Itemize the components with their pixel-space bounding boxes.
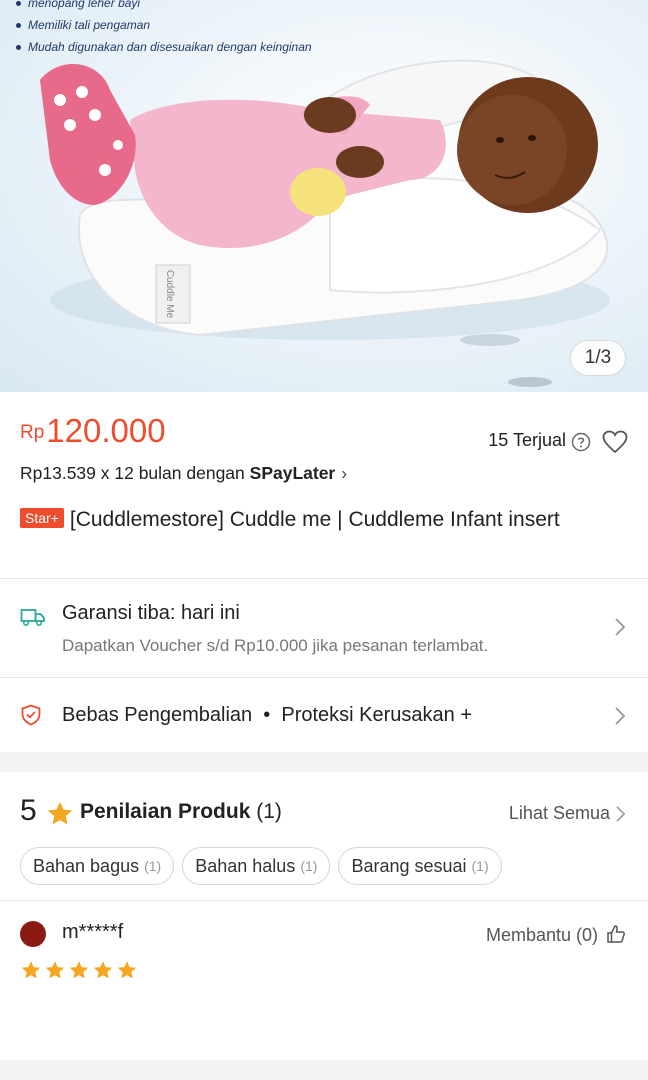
review-tag-count: (1) bbox=[471, 858, 489, 874]
help-icon[interactable] bbox=[571, 432, 591, 452]
product-title: Star+ [Cuddlemestore] Cuddle me | Cuddlem… bbox=[20, 506, 620, 533]
review-star-rating bbox=[20, 960, 138, 981]
star-icon bbox=[117, 961, 137, 979]
avatar bbox=[20, 921, 46, 947]
star-icon bbox=[69, 961, 89, 979]
shipping-guarantee-title: Garansi tiba: hari ini bbox=[62, 602, 240, 624]
helpful-button[interactable]: Membantu (0) bbox=[486, 925, 598, 946]
installment-link[interactable]: Rp13.539 x 12 bulan dengan SPayLater › bbox=[20, 463, 347, 484]
price: Rp 120.000 bbox=[20, 412, 166, 450]
shield-icon bbox=[21, 704, 41, 726]
star-icon bbox=[47, 801, 73, 825]
sold-count: 15 Terjual bbox=[488, 430, 566, 450]
star-icon bbox=[21, 961, 41, 979]
pillow-label: Cuddle Me bbox=[164, 270, 175, 319]
see-all-reviews-link[interactable]: Lihat Semua bbox=[509, 803, 610, 824]
rating-label: Penilaian Produk (1) bbox=[80, 800, 282, 824]
rating-count: (1) bbox=[256, 800, 282, 823]
review-tag-chip[interactable]: Barang sesuai (1) bbox=[338, 847, 502, 885]
product-title-text: [Cuddlemestore] Cuddle me | Cuddleme Inf… bbox=[69, 508, 560, 531]
heart-icon[interactable] bbox=[602, 430, 628, 454]
price-currency: Rp bbox=[20, 422, 45, 443]
review-tag-chip[interactable]: Bahan bagus (1) bbox=[20, 847, 175, 885]
review-tag-chip[interactable]: Bahan halus (1) bbox=[182, 847, 331, 885]
protection-text: Bebas Pengembalian • Proteksi Kerusakan … bbox=[62, 704, 473, 726]
image-counter: 1/3 bbox=[570, 340, 626, 376]
product-page: menopang leher bayi Memiliki tali pengam… bbox=[0, 0, 648, 1080]
thumbs-up-icon[interactable] bbox=[606, 924, 626, 944]
star-plus-badge: Star+ bbox=[20, 508, 64, 528]
review-tag-label: Barang sesuai bbox=[351, 855, 467, 876]
chevron-right-icon bbox=[616, 806, 626, 822]
installment-text: Rp13.539 x 12 bulan dengan bbox=[20, 463, 250, 483]
product-photo: Cuddle Me bbox=[40, 59, 610, 387]
product-image-carousel[interactable]: menopang leher bayi Memiliki tali pengam… bbox=[0, 0, 648, 392]
reviewer-name: m*****f bbox=[62, 921, 124, 943]
shipping-guarantee-row[interactable] bbox=[0, 579, 648, 677]
chevron-right-icon bbox=[615, 707, 626, 725]
chevron-right-icon bbox=[615, 618, 626, 636]
star-icon bbox=[93, 961, 113, 979]
chevron-right-icon: › bbox=[341, 463, 348, 483]
price-value: 120.000 bbox=[46, 412, 166, 449]
review-tag-label: Bahan halus bbox=[195, 855, 296, 876]
truck-icon bbox=[20, 609, 45, 627]
rating-label-text: Penilaian Produk bbox=[80, 800, 251, 823]
shipping-guarantee-subtitle: Dapatkan Voucher s/d Rp10.000 jika pesan… bbox=[62, 636, 489, 655]
rating-score: 5 bbox=[20, 794, 37, 827]
review-tag-count: (1) bbox=[144, 858, 162, 874]
reviews-card: 5 Penilaian Produk (1) Lihat Semua Bahan… bbox=[0, 772, 648, 1060]
star-icon bbox=[45, 961, 65, 979]
product-info-card: Rp 120.000 15 Terjual Rp13.539 x 12 bula… bbox=[0, 392, 648, 752]
review-tags: Bahan bagus (1) Bahan halus (1) Barang s… bbox=[20, 847, 502, 885]
review-tag-count: (1) bbox=[300, 858, 318, 874]
divider bbox=[0, 900, 648, 901]
installment-brand: SPayLater bbox=[249, 463, 336, 483]
review-tag-label: Bahan bagus bbox=[33, 855, 140, 876]
